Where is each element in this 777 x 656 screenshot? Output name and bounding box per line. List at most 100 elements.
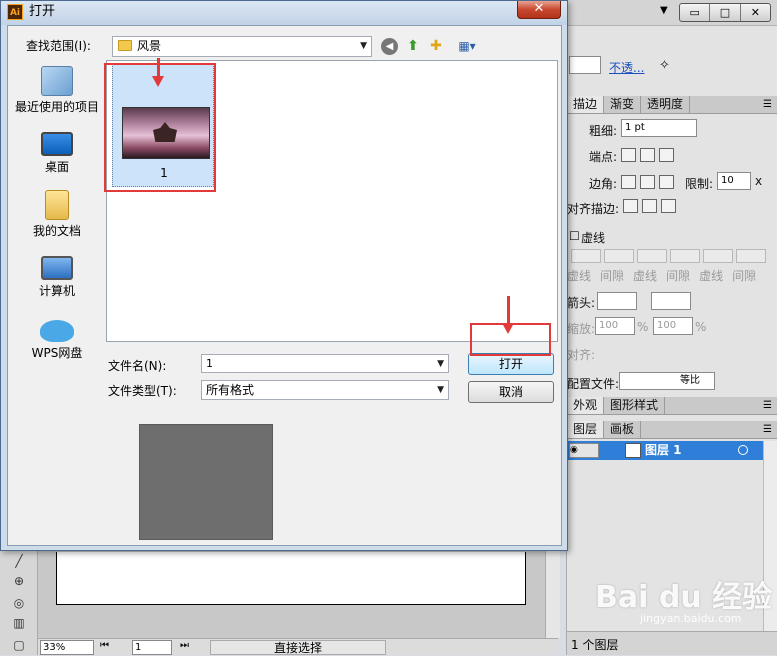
places-bar: 最近使用的项目 桌面 我的文档 计算机 WPS网盘 [8, 60, 106, 446]
round-cap-icon[interactable] [640, 148, 655, 162]
open-button[interactable]: 打开 [468, 353, 554, 375]
tab-graphic-styles[interactable]: 图形样式 [604, 397, 666, 414]
limit-input[interactable]: 10 [717, 172, 751, 190]
profile-label: 配置文件: [567, 377, 620, 391]
folder-icon [118, 40, 132, 51]
up-folder-icon[interactable]: ⬆ [403, 36, 423, 56]
chevron-down-icon[interactable]: ▼ [360, 37, 367, 56]
tab-transparency[interactable]: 透明度 [641, 96, 691, 113]
close-button[interactable]: ✕ [517, 1, 561, 19]
scale-end-value: 100 [657, 320, 677, 331]
page-value: 1 [135, 642, 142, 653]
tab-appearance[interactable]: 外观 [567, 397, 605, 414]
layer-row[interactable]: ◉ 图层 1 [567, 441, 777, 460]
dashed-label: 虚线 [581, 231, 606, 245]
place-recent[interactable]: 最近使用的项目 [8, 66, 106, 115]
lookin-select[interactable]: 风景 ▼ [112, 36, 372, 57]
panel-menu-icon[interactable]: ☰ [763, 397, 772, 414]
gap-3-input[interactable] [736, 249, 766, 263]
target-icon[interactable] [738, 445, 748, 455]
wand-icon[interactable]: ✧ [659, 58, 670, 73]
open-arrow-head [502, 323, 514, 334]
dash-label: 虚线 [633, 269, 658, 283]
miter-join-icon[interactable] [621, 175, 636, 189]
tab-stroke[interactable]: 描边 [567, 96, 605, 113]
dialog-titlebar[interactable]: Ai 打开 [1, 1, 567, 25]
window-controls: ▭ □ ✕ [679, 3, 771, 22]
chevron-down-icon[interactable]: ▼ [437, 381, 444, 400]
status-tool-label[interactable]: 直接选择 [210, 640, 386, 655]
panel-menu-icon[interactable]: ☰ [763, 421, 772, 438]
layers-footer: 1 个图层 [567, 631, 777, 655]
butt-cap-icon[interactable] [621, 148, 636, 162]
gap-2-input[interactable] [670, 249, 700, 263]
weight-label: 粗细: [589, 124, 618, 138]
place-wps-drive[interactable]: WPS网盘 [8, 316, 106, 361]
filename-input[interactable]: 1 ▼ [201, 354, 449, 373]
artboard[interactable] [56, 552, 526, 605]
first-page-icon[interactable]: ⏮ [100, 640, 109, 651]
tab-layers[interactable]: 图层 [567, 421, 605, 438]
weight-select[interactable]: 1 pt [621, 119, 697, 137]
zoom-select[interactable]: 33% [40, 640, 94, 655]
chevron-down-icon[interactable]: ▼ [437, 355, 444, 374]
tab-artboards[interactable]: 画板 [604, 421, 642, 438]
dash-3-input[interactable] [703, 249, 733, 263]
dialog-title: 打开 [29, 4, 56, 19]
profile-select[interactable]: 等比 [619, 372, 715, 390]
appearance-panel-tabs: 外观 图形样式 ☰ [567, 397, 777, 415]
filetype-select[interactable]: 所有格式 ▼ [201, 380, 449, 400]
eye-icon[interactable]: ◉ [569, 443, 599, 458]
canvas-vertical-scrollbar[interactable] [545, 550, 560, 638]
round-join-icon[interactable] [640, 175, 655, 189]
align-outside-icon[interactable] [661, 199, 676, 213]
scale-start-value: 100 [599, 320, 619, 331]
views-menu-icon[interactable]: ▦▾ [452, 36, 482, 56]
desktop-icon [41, 132, 73, 156]
bevel-join-icon[interactable] [659, 175, 674, 189]
dashed-checkbox[interactable]: ☐ [569, 229, 580, 243]
cloud-icon [40, 320, 74, 342]
back-icon[interactable]: ◀ [381, 38, 398, 55]
align-center-icon[interactable] [623, 199, 638, 213]
dash-1-input[interactable] [571, 249, 601, 263]
scale-start-input[interactable]: 100 [595, 317, 635, 335]
align-inside-icon[interactable] [642, 199, 657, 213]
opacity-link[interactable]: 不透... [609, 59, 644, 76]
page-select[interactable]: 1 [132, 640, 172, 655]
preview-panel [139, 424, 273, 540]
dash-2-input[interactable] [637, 249, 667, 263]
panel-menu-icon[interactable]: ☰ [763, 96, 772, 113]
layer-count: 1 个图层 [571, 638, 619, 652]
computer-icon [41, 256, 73, 280]
symbol-sprayer-icon[interactable]: ◎ [10, 594, 28, 612]
minimize-button[interactable]: ▭ [680, 4, 711, 21]
place-documents[interactable]: 我的文档 [8, 190, 106, 239]
place-desktop[interactable]: 桌面 [8, 132, 106, 175]
close-window-button[interactable]: ✕ [741, 4, 770, 21]
maximize-button[interactable]: □ [710, 4, 741, 21]
artboard-tool-icon[interactable]: ▢ [10, 636, 28, 654]
end-arrow-select[interactable] [651, 292, 691, 310]
last-page-icon[interactable]: ⏭ [180, 640, 189, 651]
graph-tool-icon[interactable]: ▥ [10, 614, 28, 632]
place-label: 桌面 [44, 160, 69, 174]
tab-gradient[interactable]: 渐变 [604, 96, 642, 113]
square-cap-icon[interactable] [659, 148, 674, 162]
shape-builder-icon[interactable]: ⊕ [10, 572, 28, 590]
control-dropdown[interactable] [569, 56, 601, 74]
gap-1-input[interactable] [604, 249, 634, 263]
line-tool-icon[interactable]: ╱ [10, 552, 28, 570]
place-computer[interactable]: 计算机 [8, 256, 106, 299]
limit-label: 限制: [685, 177, 714, 191]
status-bar: 33% ⏮ 1 ⏭ 直接选择 [38, 638, 558, 655]
cancel-button[interactable]: 取消 [468, 381, 554, 403]
limit-value: 10 [721, 175, 734, 186]
new-folder-icon[interactable]: ✚ [426, 36, 446, 56]
documents-icon [45, 190, 69, 220]
arrow-align-label: 对齐: [567, 348, 596, 362]
scale-end-input[interactable]: 100 [653, 317, 693, 335]
workspace-dropdown-icon[interactable]: ▼ [660, 5, 668, 16]
weight-value: 1 pt [625, 122, 645, 133]
start-arrow-select[interactable] [597, 292, 637, 310]
